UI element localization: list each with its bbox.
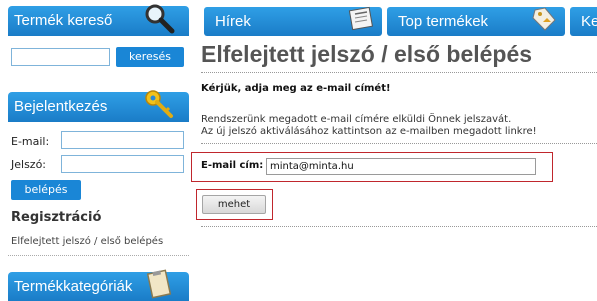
login-title: Bejelentkezés (14, 98, 108, 115)
search-button[interactable]: keresés (116, 47, 184, 67)
submit-highlight: mehet (196, 189, 273, 220)
tag-icon (532, 7, 556, 31)
registration-link[interactable]: Regisztráció (11, 210, 101, 225)
categories-title: Termékkategóriák (14, 278, 133, 295)
tab-top-products[interactable]: Top termékek (387, 7, 565, 36)
title-divider (201, 72, 597, 73)
email-field-highlight: E-mail cím: minta@minta.hu (191, 152, 553, 182)
submit-button[interactable]: mehet (202, 195, 266, 214)
bottom-divider (201, 226, 597, 227)
info-text-line1: Rendszerünk megadott e-mail címére elkül… (201, 114, 512, 125)
newspaper-icon (348, 6, 373, 31)
categories-header: Termékkategóriák (8, 269, 189, 301)
forgot-password-link[interactable]: Elfelejtett jelszó / első belépés (11, 236, 163, 247)
clipboard-icon (146, 269, 172, 299)
login-password-field[interactable] (61, 155, 184, 173)
tab-partial-label: Ke (581, 13, 597, 30)
email-label: E-mail: (11, 135, 50, 148)
info-text-line2: Az új jelszó aktiválásához kattintson az… (201, 126, 537, 137)
content-divider (201, 143, 597, 144)
product-search-title: Termék kereső (14, 12, 113, 29)
sidebar-divider (8, 255, 189, 256)
tab-news-label: Hírek (215, 13, 251, 30)
tab-top-products-label: Top termékek (398, 13, 489, 30)
password-label: Jelszó: (11, 158, 47, 171)
tab-partial[interactable]: Ke (570, 7, 597, 36)
key-icon (145, 90, 173, 118)
magnifier-icon (145, 4, 175, 34)
product-search-input[interactable] (11, 48, 110, 66)
login-header: Bejelentkezés (8, 90, 189, 122)
email-request-text: Kérjük, adja meg az e-mail címét! (201, 83, 391, 94)
page-title: Elfelejtett jelszó / első belépés (201, 41, 533, 67)
email-cim-label: E-mail cím: (201, 160, 264, 171)
login-email-field[interactable] (61, 131, 184, 149)
email-input[interactable]: minta@minta.hu (266, 158, 536, 175)
tab-news[interactable]: Hírek (204, 6, 382, 36)
login-button[interactable]: belépés (11, 180, 81, 200)
product-search-header: Termék kereső (8, 4, 189, 36)
